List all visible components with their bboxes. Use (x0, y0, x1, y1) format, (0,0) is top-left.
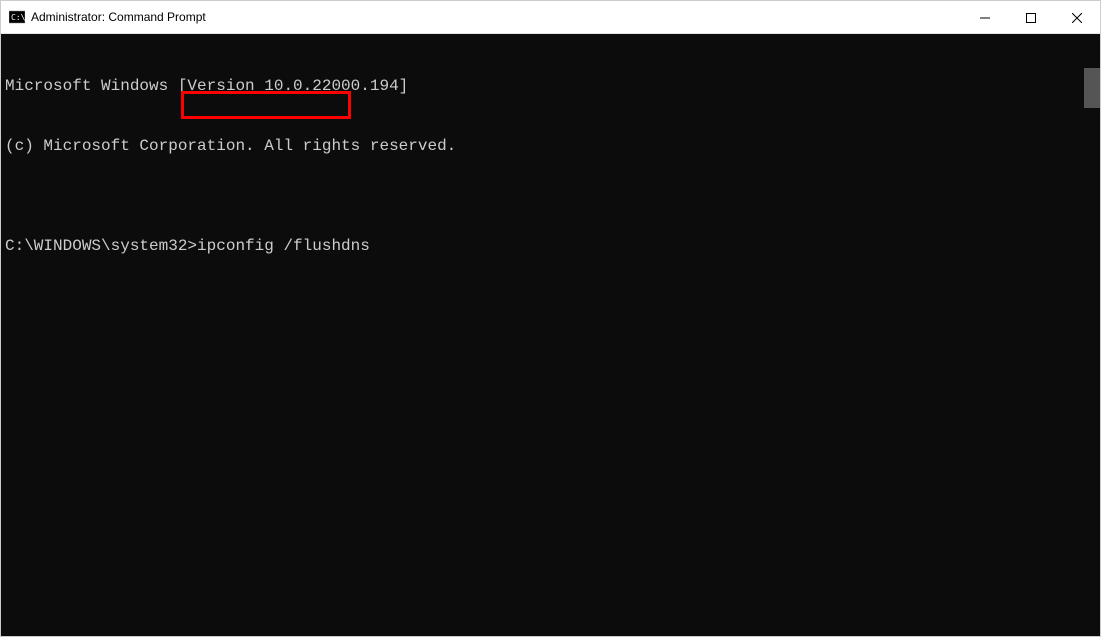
prompt-text: C:\WINDOWS\system32> (5, 236, 197, 256)
close-icon (1072, 13, 1082, 23)
maximize-button[interactable] (1008, 1, 1054, 34)
copyright-line: (c) Microsoft Corporation. All rights re… (5, 136, 1096, 156)
command-prompt-window: C:\ Administrator: Command Prompt (0, 0, 1101, 637)
close-button[interactable] (1054, 1, 1100, 34)
minimize-button[interactable] (962, 1, 1008, 34)
maximize-icon (1026, 13, 1036, 23)
terminal[interactable]: Microsoft Windows [Version 10.0.22000.19… (1, 34, 1100, 636)
scrollbar-thumb[interactable] (1084, 68, 1100, 108)
prompt-line: C:\WINDOWS\system32>ipconfig /flushdns (5, 236, 1096, 256)
command-text: ipconfig /flushdns (197, 236, 370, 256)
version-line: Microsoft Windows [Version 10.0.22000.19… (5, 76, 1096, 96)
window-controls (962, 1, 1100, 34)
terminal-container: Microsoft Windows [Version 10.0.22000.19… (1, 34, 1100, 636)
minimize-icon (980, 13, 990, 23)
svg-text:C:\: C:\ (11, 13, 25, 22)
titlebar[interactable]: C:\ Administrator: Command Prompt (1, 1, 1100, 34)
cmd-icon: C:\ (9, 9, 25, 25)
window-title: Administrator: Command Prompt (31, 10, 206, 24)
